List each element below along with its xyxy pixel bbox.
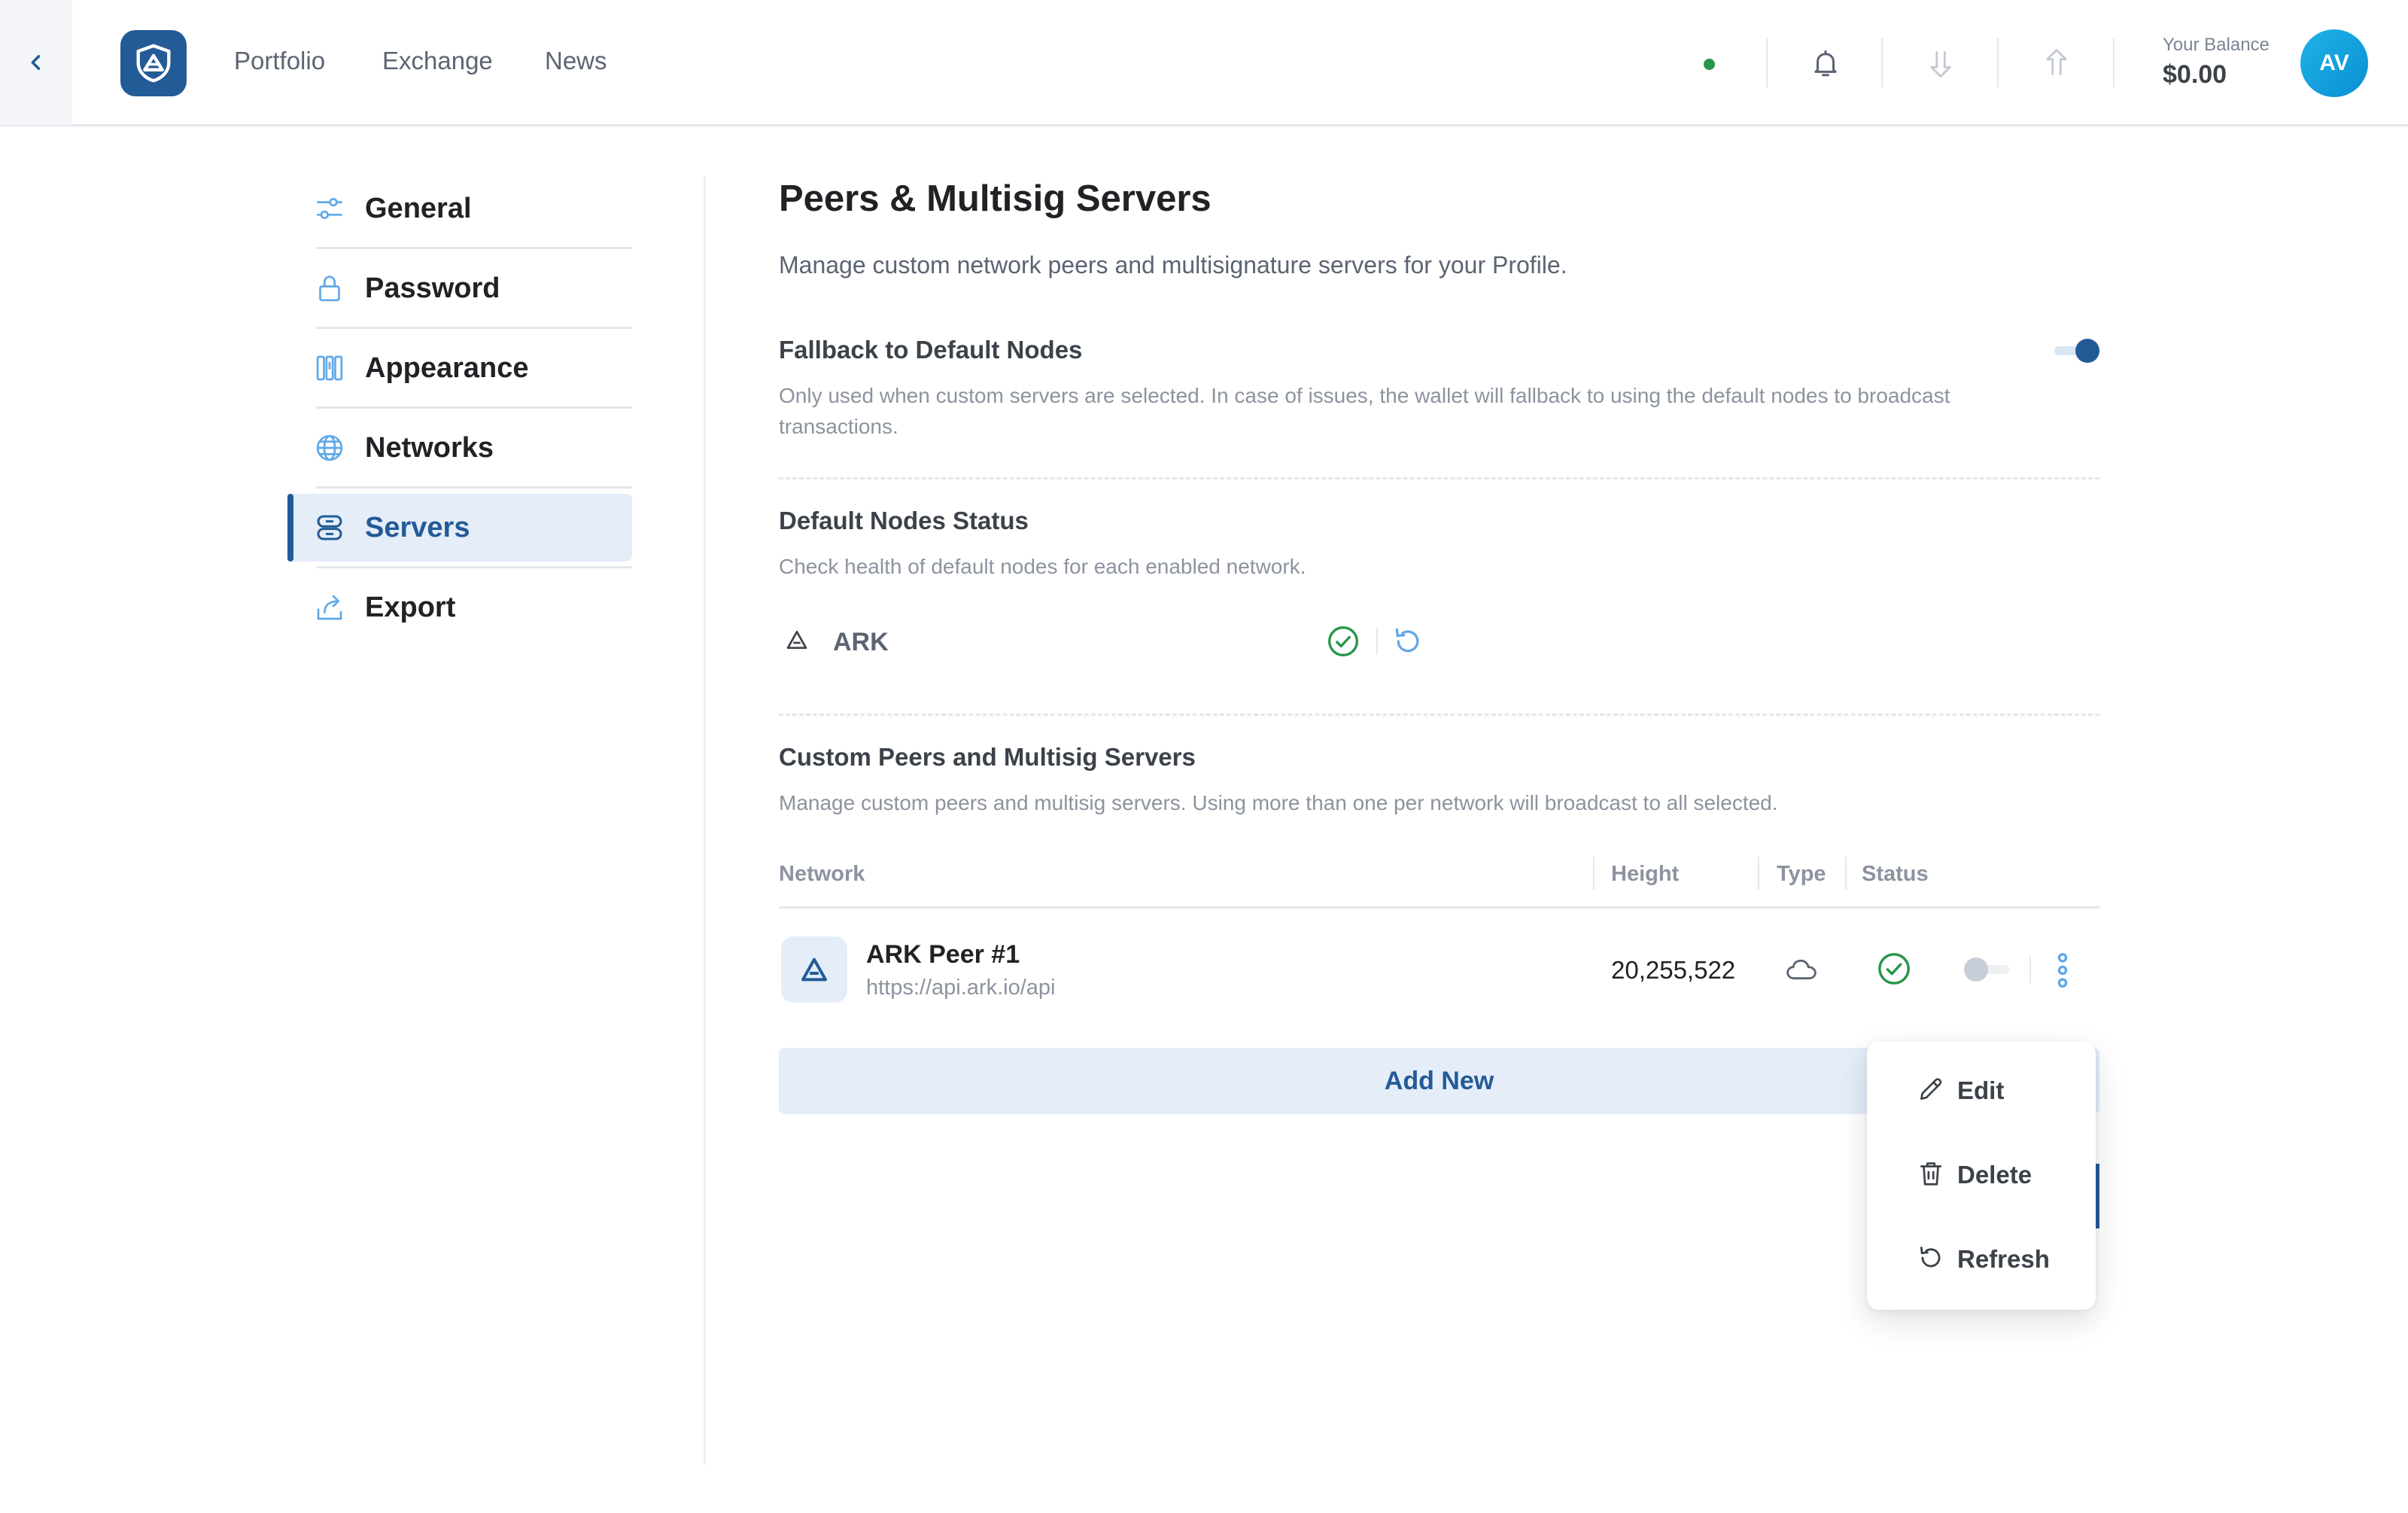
column-header-height: Height bbox=[1611, 862, 1680, 886]
sidebar-divider bbox=[316, 566, 632, 568]
sidebar-item-servers[interactable]: Servers bbox=[287, 494, 632, 562]
fallback-title: Fallback to Default Nodes bbox=[779, 336, 1083, 364]
peer-name: ARK Peer #1 bbox=[866, 940, 1020, 969]
sidebar-item-networks[interactable]: Networks bbox=[287, 414, 632, 482]
cloud-icon bbox=[1786, 959, 1817, 980]
send-button[interactable] bbox=[2036, 42, 2078, 84]
globe-icon bbox=[316, 434, 343, 461]
table-header-rule bbox=[779, 906, 2099, 909]
section-divider bbox=[779, 477, 2099, 479]
avatar[interactable]: AV bbox=[2300, 29, 2368, 97]
dropdown-item-refresh[interactable]: Refresh bbox=[1867, 1224, 2096, 1292]
arrow-down-icon bbox=[1930, 51, 1951, 78]
column-header-network: Network bbox=[779, 862, 865, 886]
page-title: Peers & Multisig Servers bbox=[779, 178, 1212, 219]
dropdown-item-label: Edit bbox=[1957, 1076, 2005, 1104]
row-actions-dropdown: Edit Delete Refresh bbox=[1867, 1042, 2096, 1310]
sidebar-item-label: Appearance bbox=[365, 352, 529, 384]
sidebar-separator bbox=[704, 176, 706, 1465]
row-action-divider bbox=[2029, 956, 2031, 983]
check-circle-icon bbox=[1328, 626, 1358, 656]
custom-peers-description: Manage custom peers and multisig servers… bbox=[779, 791, 1778, 814]
server-icon bbox=[317, 515, 342, 540]
sidebar-divider bbox=[316, 327, 632, 329]
sidebar-item-export[interactable]: Export bbox=[287, 574, 632, 641]
more-options-icon[interactable] bbox=[2051, 951, 2074, 989]
ark-shield-icon bbox=[136, 44, 171, 83]
sliders-icon bbox=[317, 198, 342, 219]
connection-status-dot bbox=[1704, 59, 1715, 70]
sidebar-item-label: Password bbox=[365, 272, 500, 304]
check-circle-icon bbox=[1878, 953, 1910, 985]
sidebar-divider bbox=[316, 406, 632, 409]
column-separator bbox=[1593, 857, 1595, 890]
receive-button[interactable] bbox=[1920, 42, 1962, 84]
refresh-icon[interactable] bbox=[1391, 625, 1424, 658]
trash-icon bbox=[1920, 1162, 1942, 1186]
section-divider bbox=[779, 714, 2099, 716]
peer-height: 20,255,522 bbox=[1611, 956, 1736, 984]
nav-exchange[interactable]: Exchange bbox=[382, 47, 493, 75]
default-node-network-name: ARK bbox=[833, 628, 889, 656]
ark-network-icon bbox=[786, 631, 807, 649]
header-divider bbox=[1881, 38, 1883, 87]
default-nodes-description: Check health of default nodes for each e… bbox=[779, 555, 1306, 578]
nav-portfolio[interactable]: Portfolio bbox=[234, 47, 325, 75]
lock-icon bbox=[319, 276, 340, 302]
toggle-knob bbox=[1964, 957, 1988, 982]
nav-news[interactable]: News bbox=[545, 47, 607, 75]
dropdown-item-edit[interactable]: Edit bbox=[1867, 1055, 2096, 1123]
sidebar-divider bbox=[316, 486, 632, 489]
bell-icon bbox=[1814, 50, 1837, 77]
chevron-left-icon bbox=[31, 55, 41, 70]
dropdown-item-label: Refresh bbox=[1957, 1245, 2050, 1273]
balance-label: Your Balance bbox=[2163, 35, 2270, 55]
refresh-icon bbox=[1920, 1247, 1941, 1268]
column-header-status: Status bbox=[1862, 862, 1929, 886]
sidebar-divider bbox=[316, 247, 632, 249]
toggle-knob bbox=[2075, 339, 2099, 363]
sidebar-item-appearance[interactable]: Appearance bbox=[287, 334, 632, 402]
column-header-type: Type bbox=[1777, 862, 1826, 886]
dropdown-item-label: Delete bbox=[1957, 1161, 2033, 1189]
peer-network-logo bbox=[781, 936, 847, 1003]
sidebar-item-password[interactable]: Password bbox=[287, 254, 632, 322]
peer-url: https://api.ark.io/api bbox=[866, 976, 1056, 1000]
peer-enable-toggle[interactable] bbox=[1964, 956, 2012, 983]
page-description: Manage custom network peers and multisig… bbox=[779, 251, 1567, 279]
status-divider bbox=[1376, 628, 1378, 655]
header-divider bbox=[1766, 38, 1768, 87]
dropdown-item-delete[interactable]: Delete bbox=[1867, 1140, 2096, 1207]
notifications-button[interactable] bbox=[1804, 42, 1847, 84]
sidebar-item-label: General bbox=[365, 193, 472, 224]
ark-network-icon bbox=[801, 957, 827, 982]
sidebar-item-label: Servers bbox=[365, 512, 470, 543]
sidebar-item-general[interactable]: General bbox=[287, 175, 632, 242]
column-separator bbox=[1758, 857, 1759, 890]
export-icon bbox=[317, 595, 342, 620]
sidebar-item-label: Networks bbox=[365, 432, 494, 464]
sidebar-item-label: Export bbox=[365, 592, 456, 623]
arrow-up-icon bbox=[2046, 49, 2067, 75]
column-separator bbox=[1845, 857, 1847, 890]
fallback-description: Only used when custom servers are select… bbox=[779, 384, 1950, 438]
default-nodes-title: Default Nodes Status bbox=[779, 507, 1029, 534]
app-logo[interactable] bbox=[120, 30, 187, 96]
custom-peers-title: Custom Peers and Multisig Servers bbox=[779, 743, 1196, 771]
fallback-toggle[interactable] bbox=[2054, 337, 2102, 364]
top-header: Portfolio Exchange News Your Balance $0.… bbox=[0, 0, 2408, 126]
back-button[interactable] bbox=[0, 0, 72, 125]
pencil-icon bbox=[1920, 1078, 1942, 1101]
balance-value: $0.00 bbox=[2163, 60, 2227, 89]
header-divider bbox=[2113, 38, 2115, 87]
appearance-icon bbox=[316, 355, 343, 381]
header-divider bbox=[1997, 38, 1999, 87]
